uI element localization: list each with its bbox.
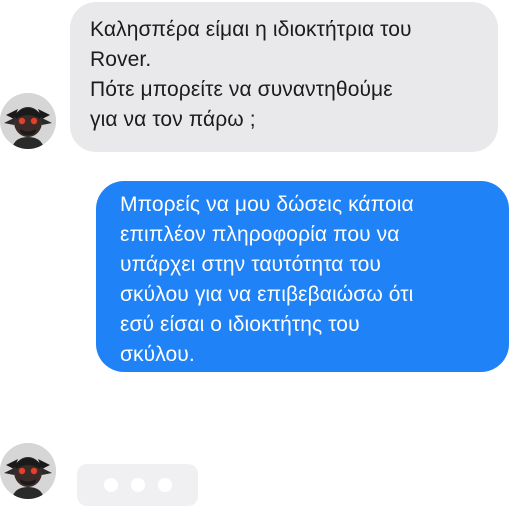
typing-indicator: [77, 464, 198, 506]
typing-dot: [103, 478, 118, 492]
masked-character-avatar-icon: [0, 93, 56, 149]
outgoing-message-bubble[interactable]: Μπορείς να μου δώσεις κάποια επιπλέον πλ…: [96, 181, 509, 372]
incoming-message-bubble[interactable]: Καλησπέρα είμαι η ιδιοκτήτρια του Rover.…: [70, 2, 498, 152]
typing-dot: [130, 478, 145, 492]
sender-avatar-icon[interactable]: [0, 443, 56, 499]
chat-thread: Καλησπέρα είμαι η ιδιοκτήτρια του Rover.…: [0, 0, 509, 507]
masked-character-avatar-icon: [0, 443, 56, 499]
typing-dot: [157, 478, 172, 492]
sender-avatar-icon[interactable]: [0, 93, 56, 149]
